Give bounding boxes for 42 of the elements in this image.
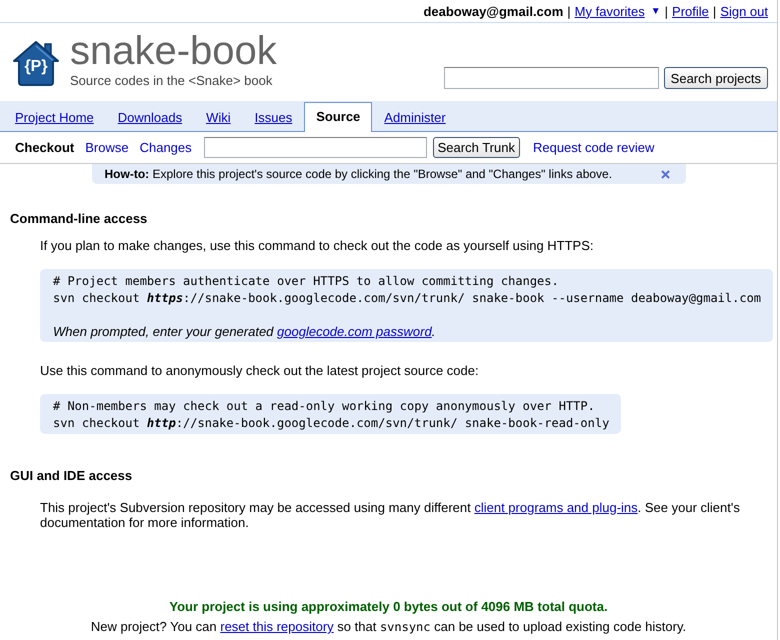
howto-text: How-to: Explore this project's source code by clicking the "Browse" and "Changes" links above. <box>104 167 612 181</box>
caret-icon[interactable]: ▼ <box>650 6 661 16</box>
search-field[interactable] <box>204 137 427 158</box>
code-line: # Non-members may check out a read-only working copy anonymously over HTTP. <box>53 398 596 415</box>
code-line: svn checkout http://snake-book.googlecode.com/svn/trunk/ snake-book-read-only <box>53 415 610 432</box>
subnav-tab[interactable]: Checkout <box>15 140 74 155</box>
search-field[interactable] <box>444 67 659 89</box>
search-button[interactable]: Search projects <box>664 67 768 89</box>
paragraph-text: This project's Subversion repository may be accessed using many different client programs and plug-ins. See your client's documentation for more information. <box>40 500 741 530</box>
code-note: When prompted, enter your generated googlecode.com password. <box>53 324 436 340</box>
section-heading: GUI and IDE access <box>10 468 134 484</box>
nav-tab[interactable]: Issues <box>242 103 304 132</box>
link-separator: | <box>712 4 716 18</box>
quota-text: Your project is using approximately 0 bytes out of 4096 MB total quota. <box>168 599 609 615</box>
subnav-tab[interactable]: Browse <box>85 140 129 155</box>
reset-note: New project? You can reset this repository so that svnsync can be used to upload existing code history. <box>90 619 688 635</box>
close-icon[interactable] <box>660 170 670 178</box>
search-button[interactable]: Search Trunk <box>432 137 520 158</box>
account-link[interactable]: My favorites <box>574 4 645 18</box>
nav-tab[interactable]: Administer <box>372 103 458 132</box>
nav-tab[interactable]: Downloads <box>106 103 194 132</box>
password-link[interactable]: googlecode.com password <box>277 324 432 339</box>
reset-link[interactable]: reset this repository <box>220 619 334 634</box>
nav-tab[interactable]: Wiki <box>194 103 243 132</box>
project-title: snake-book <box>70 31 277 71</box>
nav-tab[interactable]: Project Home <box>3 103 106 132</box>
section-heading: Command-line access <box>10 211 148 227</box>
code-line: svn checkout https://snake-book.googlecode.com/svn/trunk/ snake-book --username deaboway@gmail.com <box>53 290 762 307</box>
client-programs-link[interactable]: client programs and plug-ins <box>474 500 638 515</box>
account-link[interactable]: Sign out <box>720 4 768 18</box>
link-separator: | <box>567 4 571 18</box>
project-summary: Source codes in the <Snake> book <box>70 73 272 89</box>
code-line: # Project members authenticate over HTTPS to allow committing changes. <box>53 273 560 290</box>
review-link[interactable]: Request code review <box>532 140 654 155</box>
house-logo[interactable]: {P} <box>12 39 60 87</box>
paragraph-text: If you plan to make changes, use this command to check out the code as yourself using HTTPS: <box>40 238 595 254</box>
nav-tab[interactable]: Source <box>304 102 372 132</box>
paragraph-text: Use this command to anonymously check out the latest project source code: <box>40 363 480 379</box>
user-email: deaboway@gmail.com <box>423 4 564 18</box>
link-separator: | <box>664 4 668 18</box>
account-link[interactable]: Profile <box>672 4 709 18</box>
subnav-tab[interactable]: Changes <box>140 140 192 155</box>
